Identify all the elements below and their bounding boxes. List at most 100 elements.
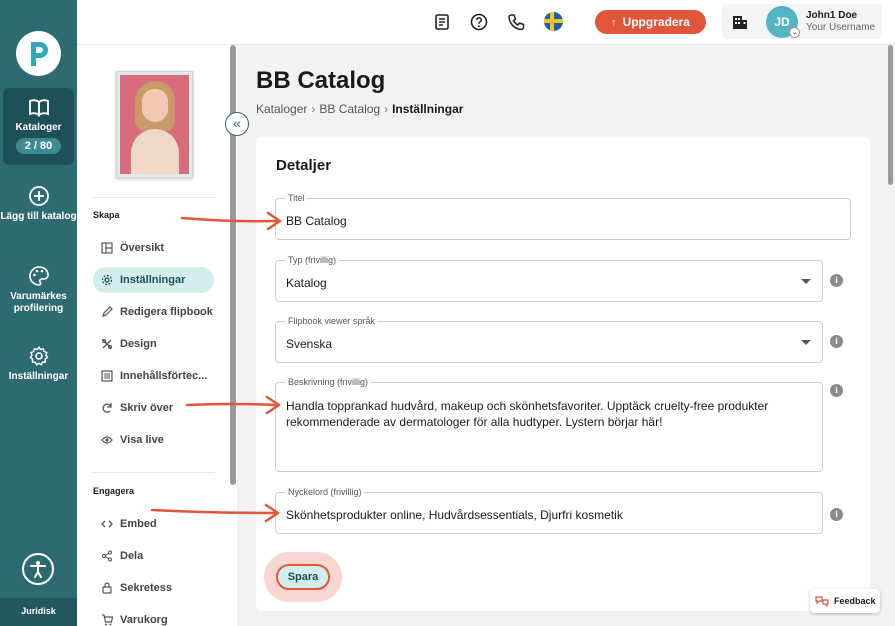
- details-heading: Detaljer: [276, 157, 332, 174]
- sidebar-item-label: Design: [120, 338, 157, 350]
- sidebar-item-cart[interactable]: Varukorg: [93, 607, 214, 626]
- design-tools-icon: [101, 338, 113, 350]
- pencil-icon: [102, 306, 113, 317]
- breadcrumb-link-catalog[interactable]: BB Catalog: [319, 102, 380, 116]
- breadcrumb-link-catalogs[interactable]: Kataloger: [256, 102, 307, 116]
- description-label: Beskrivning (frivillig): [286, 377, 371, 387]
- document-icon[interactable]: [433, 13, 451, 31]
- list-icon: [101, 370, 113, 382]
- feedback-button[interactable]: Feedback: [810, 589, 880, 613]
- cart-icon: [102, 614, 113, 626]
- title-field[interactable]: Titel BB Catalog: [275, 193, 851, 240]
- collapse-sidebar-button[interactable]: «: [225, 112, 249, 136]
- annotation-arrow: [150, 503, 280, 523]
- rail-item-label: Lägg till katalog: [0, 211, 77, 222]
- sidebar-item-overview[interactable]: Översikt: [93, 235, 214, 261]
- book-icon: [28, 99, 49, 117]
- type-value: Katalog: [286, 276, 327, 290]
- accessibility-button[interactable]: [22, 553, 54, 585]
- dropdown-arrow-icon: [801, 340, 811, 345]
- language-select[interactable]: Flipbook viewer språk Svenska: [275, 316, 823, 363]
- rail-item-settings[interactable]: Inställningar: [0, 345, 77, 383]
- user-menu[interactable]: JD ⌄ John1 Doe Your Username: [722, 4, 882, 39]
- feedback-icon: [815, 596, 829, 607]
- palette-icon: [28, 266, 49, 286]
- sidebar-item-label: Skriv över: [120, 402, 174, 414]
- sidebar-item-toc[interactable]: Innehållsförtec...: [93, 363, 214, 389]
- catalog-sidebar: Skapa Översikt Inställningar Redigera fl…: [77, 45, 237, 626]
- info-icon[interactable]: i: [830, 274, 843, 287]
- main-scrollbar[interactable]: [888, 45, 893, 185]
- keywords-field[interactable]: Nyckelord (frivillig) Skönhetsprodukter …: [275, 487, 823, 534]
- section-label-create: Skapa: [93, 210, 120, 220]
- sidebar-item-design[interactable]: Design: [93, 331, 214, 357]
- language-flag-icon[interactable]: [544, 12, 563, 31]
- left-nav-rail: Kataloger 2 / 80 Lägg till katalog Varum…: [0, 0, 77, 626]
- catalog-count-badge: 2 / 80: [15, 138, 62, 154]
- sidebar-item-edit-flipbook[interactable]: Redigera flipbook: [93, 299, 214, 325]
- keywords-value: Skönhetsprodukter online, Hudvårdsessent…: [286, 508, 623, 522]
- sidebar-item-share[interactable]: Dela: [93, 543, 214, 569]
- add-circle-icon: [28, 186, 49, 206]
- upgrade-button[interactable]: ↑ Uppgradera: [595, 10, 706, 34]
- user-username: Your Username: [806, 22, 876, 33]
- cover-image: [120, 75, 189, 174]
- building-icon[interactable]: [732, 14, 748, 30]
- rail-item-label: Kataloger: [15, 122, 62, 133]
- type-label: Typ (frivillig): [286, 255, 339, 265]
- page-title: BB Catalog: [256, 67, 386, 94]
- title-label: Titel: [286, 193, 307, 203]
- description-value: Handla topprankad hudvård, makeup och sk…: [286, 399, 769, 429]
- dropdown-arrow-icon: [801, 279, 811, 284]
- share-icon: [102, 550, 112, 562]
- sidebar-item-label: Dela: [120, 550, 144, 562]
- info-icon[interactable]: i: [830, 384, 843, 397]
- layout-icon: [101, 242, 113, 254]
- info-icon[interactable]: i: [830, 508, 843, 521]
- code-icon: [101, 520, 113, 528]
- sidebar-item-label: Sekretess: [120, 582, 172, 594]
- divider: [93, 472, 215, 473]
- rail-item-kataloger[interactable]: Kataloger 2 / 80: [3, 88, 74, 165]
- sidebar-item-privacy[interactable]: Sekretess: [93, 575, 214, 601]
- app-logo[interactable]: [16, 31, 61, 76]
- legal-link[interactable]: Juridisk: [0, 598, 77, 626]
- language-label: Flipbook viewer språk: [286, 316, 378, 326]
- description-textarea[interactable]: Beskrivning (frivillig) Handla toppranka…: [275, 377, 823, 472]
- rail-item-add-catalog[interactable]: Lägg till katalog: [0, 185, 77, 223]
- language-value: Svenska: [286, 337, 333, 351]
- logo-icon: [31, 42, 48, 66]
- sidebar-item-view-live[interactable]: Visa live: [93, 427, 214, 453]
- sidebar-item-label: Varukorg: [120, 614, 168, 626]
- help-icon[interactable]: [470, 13, 488, 31]
- save-button[interactable]: Spara: [276, 564, 330, 590]
- catalog-cover-thumbnail[interactable]: [116, 71, 193, 178]
- title-value: BB Catalog: [286, 214, 347, 228]
- chevron-down-icon: ⌄: [789, 27, 800, 38]
- gear-icon: [101, 274, 113, 286]
- annotation-arrow: [185, 395, 281, 415]
- info-icon[interactable]: i: [830, 335, 843, 348]
- save-highlight: Spara: [264, 552, 342, 602]
- rail-item-branding[interactable]: Varumärkes profilering: [0, 265, 77, 315]
- phone-icon[interactable]: [507, 13, 525, 31]
- double-chevron-left-icon: «: [233, 115, 241, 131]
- sidebar-item-label: Översikt: [120, 242, 165, 254]
- chevron-right-icon: ›: [384, 102, 389, 116]
- type-select[interactable]: Typ (frivillig) Katalog: [275, 255, 823, 302]
- eye-icon: [101, 436, 113, 444]
- breadcrumb: Kataloger › BB Catalog › Inställningar: [256, 102, 463, 116]
- lock-icon: [102, 582, 112, 594]
- refresh-icon: [102, 403, 112, 413]
- annotation-arrow: [180, 211, 282, 231]
- section-label-engage: Engagera: [93, 486, 135, 496]
- sidebar-item-label: Redigera flipbook: [120, 306, 213, 318]
- sidebar-item-label: Visa live: [120, 434, 164, 446]
- user-name: John1 Doe: [806, 10, 858, 21]
- keywords-label: Nyckelord (frivillig): [286, 487, 364, 497]
- details-card: Detaljer Titel BB Catalog Typ (frivillig…: [256, 137, 870, 611]
- gear-icon: [29, 346, 48, 366]
- chevron-right-icon: ›: [311, 102, 316, 116]
- divider: [93, 197, 215, 198]
- sidebar-item-settings[interactable]: Inställningar: [93, 267, 214, 293]
